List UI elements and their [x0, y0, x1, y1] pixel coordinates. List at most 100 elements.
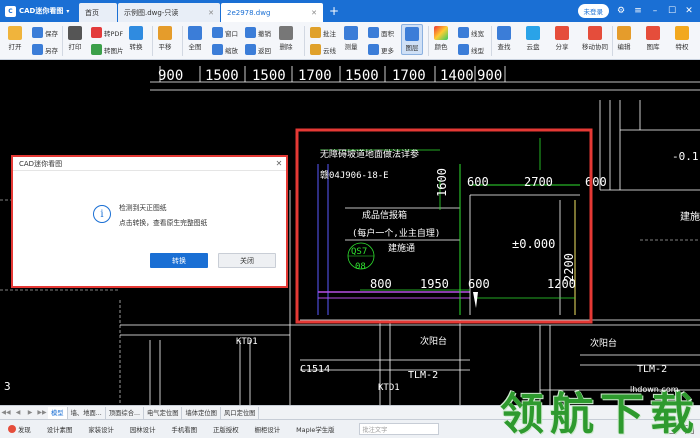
undo-button[interactable]: 撤销 — [245, 27, 271, 38]
layout-tab-vent[interactable]: 风口定位图 — [221, 406, 260, 419]
divider — [304, 26, 305, 56]
redo-button[interactable]: 返回 — [245, 44, 271, 55]
more-tools-button[interactable]: 更多 — [368, 44, 394, 55]
window-label: 窗口 — [225, 29, 238, 38]
layout-tab-ceiling[interactable]: 顶面综合... — [106, 406, 144, 419]
dim-600-top: 600 — [467, 175, 489, 189]
prev-tab-icon[interactable]: ◀ — [12, 409, 24, 416]
edit-button[interactable]: 编辑 — [617, 26, 631, 51]
linetype-icon — [458, 44, 469, 55]
annotate-button[interactable]: 批注 — [310, 27, 336, 38]
menu-icon[interactable]: ≡ — [633, 6, 643, 16]
layout-tab-electric[interactable]: 电气定位图 — [144, 406, 183, 419]
dialog-message-line1: 检测到天正图纸 — [119, 204, 167, 212]
note-title: 无障碍坡道地面做法详参 — [320, 148, 419, 160]
layout-tab-wall[interactable]: 墙、地面... — [68, 406, 106, 419]
cloud-line-button[interactable]: 云线 — [310, 44, 336, 55]
linewidth-button[interactable]: 线宽 — [458, 27, 484, 38]
maple-student-link[interactable]: Maple学生版 — [288, 425, 342, 434]
close-icon[interactable]: ✕ — [311, 9, 317, 17]
folder-icon — [8, 26, 22, 40]
maximize-icon[interactable]: ☐ — [667, 6, 677, 16]
linetype-button[interactable]: 线型 — [458, 44, 484, 55]
chevron-down-icon: ▾ — [66, 7, 70, 15]
window-zoom-button[interactable]: 窗口 — [212, 27, 238, 38]
layer-button[interactable]: 图层 — [401, 24, 423, 55]
divider — [491, 26, 492, 56]
hand-icon — [158, 26, 172, 40]
open-button[interactable]: 打开 — [8, 26, 22, 51]
redo-label: 返回 — [258, 46, 271, 55]
annotation-search-input[interactable]: 批注文字 — [358, 423, 439, 435]
app-menu-button[interactable]: C CAD迷你看图 ▾ — [0, 0, 78, 22]
layout-tab-model[interactable]: 模型 — [48, 406, 68, 419]
privilege-button[interactable]: 特权 — [675, 26, 689, 51]
find-button[interactable]: 查找 — [497, 26, 511, 51]
zoom-extents-icon — [188, 26, 202, 40]
close-icon[interactable]: ✕ — [208, 9, 214, 17]
license-link[interactable]: 正版授权 — [205, 425, 247, 434]
print-button[interactable]: 打印 — [68, 26, 82, 51]
save-icon — [32, 27, 43, 38]
close-dialog-button[interactable]: 关闭 — [218, 253, 276, 268]
convert-dialog-button[interactable]: 转换 — [150, 253, 208, 268]
save-button[interactable]: 保存 — [32, 27, 58, 38]
garden-design-link[interactable]: 园林设计 — [122, 425, 164, 434]
image-icon — [91, 44, 102, 55]
tab-home[interactable]: 首页 — [79, 3, 117, 22]
edit-icon — [617, 26, 631, 40]
delete-button[interactable]: 删除 — [279, 26, 293, 51]
share-button[interactable]: 分享 — [555, 26, 569, 51]
color-button[interactable]: 颜色 — [434, 26, 448, 51]
dim-top-7: 900 — [477, 68, 502, 84]
mobile-view-link[interactable]: 手机看图 — [163, 425, 205, 434]
highlight-area-lines — [317, 138, 580, 315]
layout-tab-wall-position[interactable]: 墙体定位图 — [182, 406, 221, 419]
full-view-button[interactable]: 全图 — [188, 26, 202, 51]
highlight-area-labels: 无障碍坡道地面做法详参 赣04J906-18-E 成品信报箱 (每户一个,业主自… — [320, 148, 440, 272]
mobile-sync-button[interactable]: 移动协同 — [582, 26, 608, 51]
last-tab-icon[interactable]: ▶▶ — [36, 409, 48, 416]
convert-button[interactable]: 转换 — [129, 26, 143, 51]
save-as-label: 另存 — [45, 46, 58, 55]
divider — [152, 26, 153, 56]
pan-button[interactable]: 平移 — [158, 26, 172, 51]
right-elev-label: -0.1 — [672, 150, 699, 163]
minimize-icon[interactable]: – — [650, 6, 660, 16]
to-image-button[interactable]: 转图片 — [91, 44, 124, 55]
dialog-title-bar: CAD迷你看图 ✕ — [13, 157, 286, 171]
area-button[interactable]: 面积 — [368, 27, 394, 38]
color-palette-icon — [434, 26, 448, 40]
cloud-line-icon — [310, 44, 321, 55]
tab-sample-drawing[interactable]: 示例图.dwg-只读 ✕ — [118, 3, 220, 22]
cabinet-design-link[interactable]: 橱柜设计 — [247, 425, 289, 434]
discover-icon — [8, 425, 16, 433]
first-tab-icon[interactable]: ◀◀ — [0, 409, 12, 416]
design-sketch-link[interactable]: 设计素图 — [39, 425, 81, 434]
tab-current-drawing[interactable]: 2e2978.dwg ✕ — [221, 3, 323, 22]
close-icon[interactable]: ✕ — [272, 159, 286, 168]
cloud-disk-button[interactable]: 云盘 — [526, 26, 540, 51]
add-tab-button[interactable]: + — [323, 0, 345, 22]
note-ref: 赣04J906-18-E — [320, 169, 389, 181]
save-as-button[interactable]: 另存 — [32, 44, 58, 55]
discover-link[interactable]: 发现 — [0, 425, 39, 434]
zoom-button[interactable]: 缩放 — [212, 44, 238, 55]
convert-icon — [129, 26, 143, 40]
settings-icon[interactable]: ⚙ — [616, 6, 626, 16]
next-tab-icon[interactable]: ▶ — [24, 409, 36, 416]
linewidth-label: 线宽 — [471, 29, 484, 38]
share-label: 分享 — [555, 43, 569, 51]
home-design-link[interactable]: 家装设计 — [80, 425, 122, 434]
close-window-icon[interactable]: ✕ — [684, 6, 694, 16]
library-button[interactable]: 图库 — [646, 26, 660, 51]
measure-button[interactable]: 测量 — [344, 26, 358, 51]
full-view-label: 全图 — [188, 43, 202, 51]
left-grid-label: 3 — [4, 380, 11, 393]
info-icon: i — [93, 205, 111, 223]
qs-num: 08 — [355, 262, 366, 272]
zoom-icon — [212, 44, 223, 55]
login-button[interactable]: 未登录 — [577, 4, 609, 18]
to-pdf-button[interactable]: 转PDF — [91, 27, 123, 38]
build-label: 建施通 — [388, 242, 415, 254]
